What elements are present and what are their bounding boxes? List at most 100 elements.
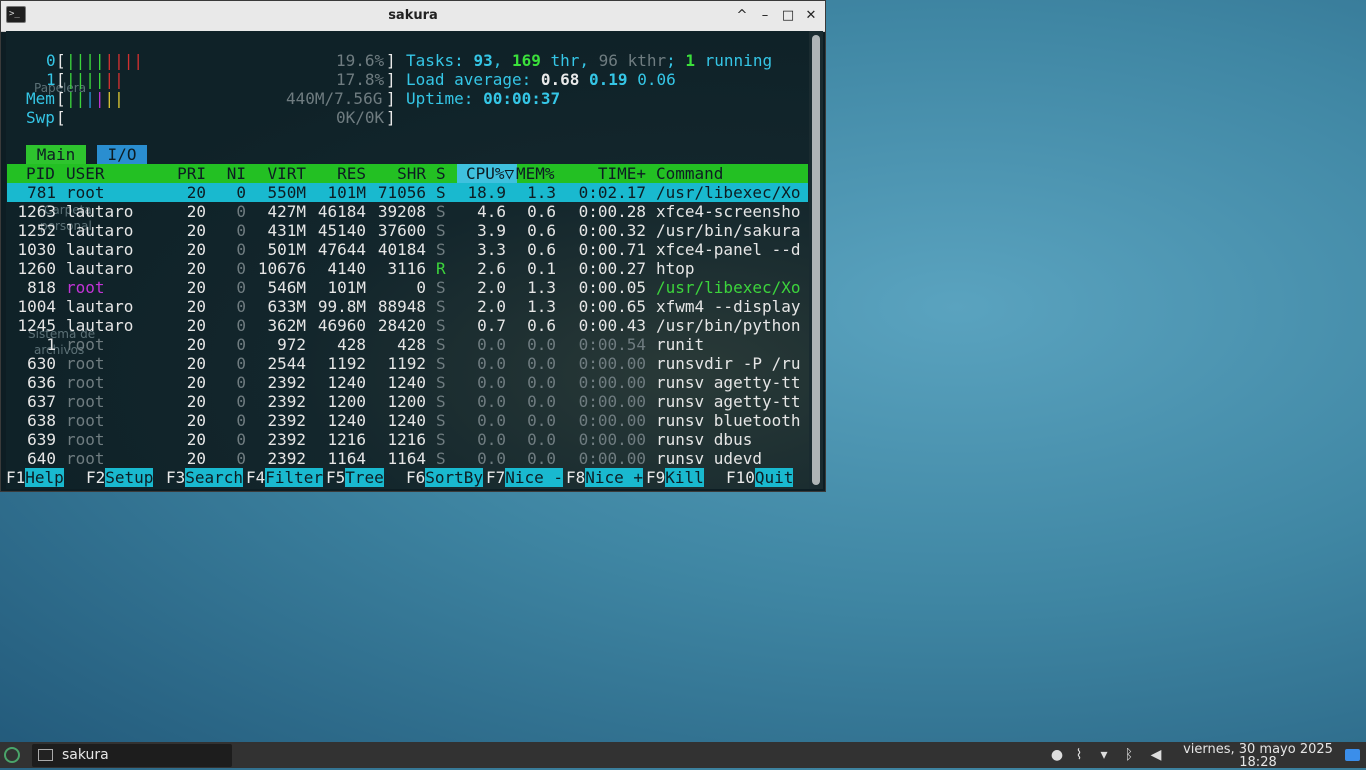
process-cell-shr[interactable]: 40184 xyxy=(376,240,426,259)
process-cell-s[interactable]: S xyxy=(436,202,456,221)
fkey-f9[interactable]: F9Kill xyxy=(646,468,704,487)
process-cell-virt[interactable]: 431M xyxy=(256,221,306,240)
process-cell-ni[interactable]: 0 xyxy=(216,373,246,392)
tab-main[interactable]: Main xyxy=(26,145,86,164)
process-cell-s[interactable]: S xyxy=(436,373,456,392)
column-header-5[interactable]: VIRT xyxy=(256,164,306,183)
process-cell-cpu[interactable]: 0.0 xyxy=(456,430,506,449)
process-cell-shr[interactable]: 1192 xyxy=(376,354,426,373)
process-cell-mem[interactable]: 0.0 xyxy=(506,354,556,373)
process-cell-virt[interactable]: 10676 xyxy=(256,259,306,278)
process-cell-ni[interactable]: 0 xyxy=(216,316,246,335)
process-cell-mem[interactable]: 0.6 xyxy=(506,316,556,335)
process-cell-user[interactable]: root xyxy=(66,430,156,449)
process-cell-user[interactable]: root xyxy=(66,392,156,411)
scrollbar-thumb[interactable] xyxy=(812,35,820,485)
process-cell-virt[interactable]: 972 xyxy=(256,335,306,354)
app-menu-icon[interactable] xyxy=(4,747,20,763)
process-cell-s[interactable]: S xyxy=(436,430,456,449)
process-cell-mem[interactable]: 0.6 xyxy=(506,240,556,259)
process-cell-ni[interactable]: 0 xyxy=(216,411,246,430)
process-cell-virt[interactable]: 427M xyxy=(256,202,306,221)
process-cell-cmd[interactable]: xfwm4 --display xyxy=(656,297,808,316)
process-cell-s[interactable]: R xyxy=(436,259,456,278)
process-cell-pid[interactable]: 640 xyxy=(6,449,56,468)
process-cell-cmd[interactable]: runsv bluetooth xyxy=(656,411,808,430)
process-cell-virt[interactable]: 2392 xyxy=(256,373,306,392)
process-cell-cmd[interactable]: xfce4-screensho xyxy=(656,202,808,221)
process-cell-s[interactable]: S xyxy=(436,411,456,430)
process-cell-ni[interactable]: 0 xyxy=(216,297,246,316)
column-header-3[interactable]: PRI xyxy=(166,164,206,183)
process-cell-cmd[interactable]: xfce4-panel --d xyxy=(656,240,808,259)
process-cell-pid[interactable]: 630 xyxy=(6,354,56,373)
process-cell-res[interactable]: 46184 xyxy=(316,202,366,221)
process-cell-user[interactable]: root xyxy=(66,373,156,392)
process-cell-virt[interactable]: 550M xyxy=(256,183,306,202)
minimize-button[interactable]: – xyxy=(757,8,773,24)
taskbar-item-sakura[interactable]: sakura xyxy=(32,744,232,767)
process-cell-shr[interactable]: 88948 xyxy=(376,297,426,316)
process-cell-user[interactable]: lautaro xyxy=(66,259,156,278)
process-cell-cpu[interactable]: 0.0 xyxy=(456,373,506,392)
process-cell-cmd[interactable]: htop xyxy=(656,259,808,278)
process-cell-user[interactable]: root xyxy=(66,335,156,354)
process-cell-s[interactable]: S xyxy=(436,240,456,259)
process-cell-virt[interactable]: 501M xyxy=(256,240,306,259)
process-cell-pid[interactable]: 1 xyxy=(6,335,56,354)
process-cell-mem[interactable]: 0.6 xyxy=(506,221,556,240)
process-cell-pid[interactable]: 818 xyxy=(6,278,56,297)
process-cell-ni[interactable]: 0 xyxy=(216,354,246,373)
process-cell-cpu[interactable]: 2.0 xyxy=(456,278,506,297)
process-cell-cpu[interactable]: 0.0 xyxy=(456,411,506,430)
process-cell-shr[interactable]: 1164 xyxy=(376,449,426,468)
process-cell-pid[interactable]: 1263 xyxy=(6,202,56,221)
column-header-6[interactable]: RES xyxy=(316,164,366,183)
process-cell-cpu[interactable]: 0.0 xyxy=(456,335,506,354)
fkey-f5[interactable]: F5Tree xyxy=(326,468,384,487)
process-cell-mem[interactable]: 0.0 xyxy=(506,392,556,411)
process-cell-mem[interactable]: 0.0 xyxy=(506,449,556,468)
process-cell-ni[interactable]: 0 xyxy=(216,183,246,202)
process-cell-s[interactable]: S xyxy=(436,316,456,335)
process-cell-time[interactable]: 0:00.65 xyxy=(566,297,646,316)
window-titlebar[interactable]: >_ sakura ^ – □ ✕ xyxy=(1,1,825,32)
column-header-2[interactable]: USER xyxy=(66,164,146,183)
fkey-f10[interactable]: F10Quit xyxy=(726,468,794,487)
terminal-content[interactable]: Papelera Carpeta personal Sistema de arc… xyxy=(6,31,809,489)
column-header-12[interactable]: Command xyxy=(656,164,806,183)
process-cell-time[interactable]: 0:00.00 xyxy=(566,354,646,373)
fkey-f7[interactable]: F7Nice - xyxy=(486,468,564,487)
process-cell-pri[interactable]: 20 xyxy=(166,259,206,278)
process-cell-cmd[interactable]: runsvdir -P /ru xyxy=(656,354,808,373)
fkey-f1[interactable]: F1Help xyxy=(6,468,64,487)
process-cell-shr[interactable]: 39208 xyxy=(376,202,426,221)
process-cell-pid[interactable]: 1260 xyxy=(6,259,56,278)
process-cell-s[interactable]: S xyxy=(436,221,456,240)
process-cell-virt[interactable]: 2392 xyxy=(256,449,306,468)
process-cell-shr[interactable]: 28420 xyxy=(376,316,426,335)
process-cell-cpu[interactable]: 0.0 xyxy=(456,354,506,373)
terminal-scrollbar[interactable] xyxy=(809,31,823,489)
column-header-11[interactable]: TIME+ xyxy=(576,164,646,183)
process-cell-pri[interactable]: 20 xyxy=(166,240,206,259)
process-cell-res[interactable]: 46960 xyxy=(316,316,366,335)
process-cell-ni[interactable]: 0 xyxy=(216,392,246,411)
process-cell-time[interactable]: 0:00.28 xyxy=(566,202,646,221)
process-cell-mem[interactable]: 0.6 xyxy=(506,202,556,221)
process-cell-cpu[interactable]: 18.9 xyxy=(456,183,506,202)
fkey-f8[interactable]: F8Nice + xyxy=(566,468,644,487)
process-cell-pid[interactable]: 1004 xyxy=(6,297,56,316)
shade-button[interactable]: ^ xyxy=(734,8,750,24)
process-cell-user[interactable]: lautaro xyxy=(66,240,156,259)
fkey-f4[interactable]: F4Filter xyxy=(246,468,324,487)
process-cell-virt[interactable]: 362M xyxy=(256,316,306,335)
process-cell-cpu[interactable]: 2.6 xyxy=(456,259,506,278)
process-cell-time[interactable]: 0:02.17 xyxy=(566,183,646,202)
process-cell-ni[interactable]: 0 xyxy=(216,240,246,259)
process-cell-pri[interactable]: 20 xyxy=(166,202,206,221)
screenshot-icon[interactable]: ● xyxy=(1048,746,1066,764)
process-cell-time[interactable]: 0:00.00 xyxy=(566,449,646,468)
process-cell-res[interactable]: 4140 xyxy=(316,259,366,278)
process-cell-mem[interactable]: 0.0 xyxy=(506,373,556,392)
